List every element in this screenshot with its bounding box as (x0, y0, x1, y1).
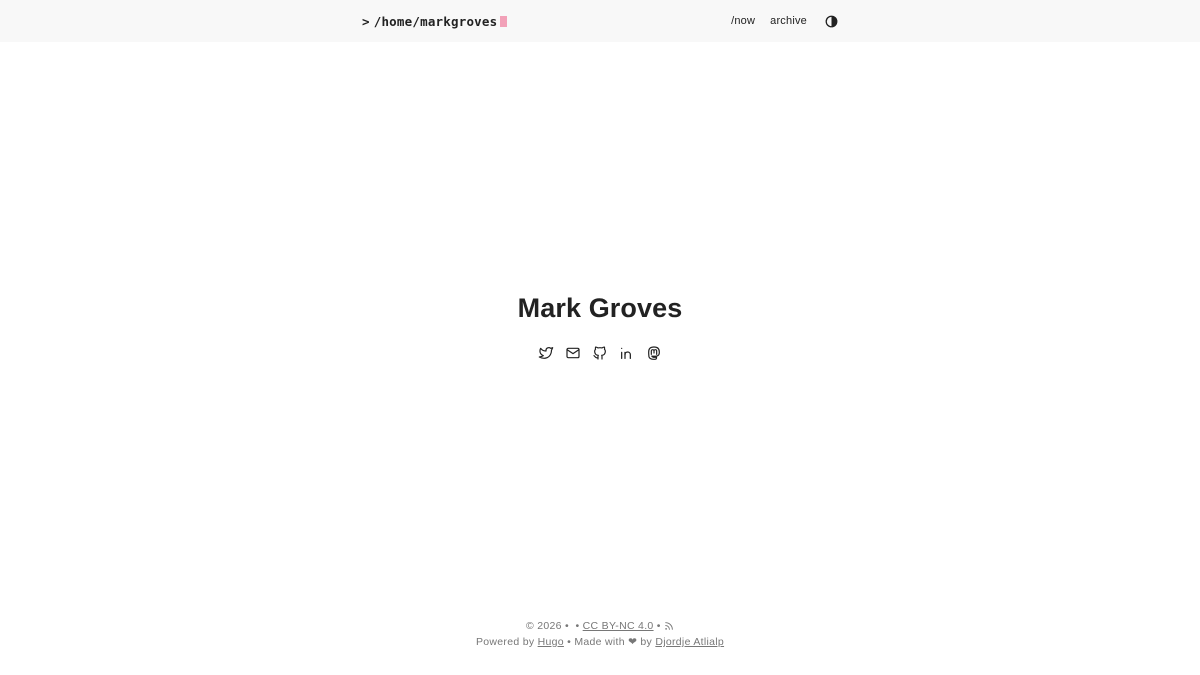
made-with-text: • Made with ❤ by (567, 636, 653, 648)
footer-separator: • (575, 620, 580, 632)
prompt-symbol: > (362, 13, 370, 29)
site-path: /home/markgroves (373, 13, 498, 29)
nav-link-now[interactable]: /now (731, 15, 755, 27)
author-link[interactable]: Djordje Atlialp (655, 636, 724, 648)
social-links (0, 344, 1200, 362)
linkedin-icon[interactable] (618, 344, 636, 362)
footer-line-2: Powered by Hugo • Made with ❤ by Djordje… (0, 634, 1200, 650)
footer-line-1: © 2026 • • CC BY-NC 4.0 • (0, 618, 1200, 634)
nav-link-archive[interactable]: archive (770, 15, 807, 27)
footer-separator-rss: • (656, 620, 661, 632)
footer: © 2026 • • CC BY-NC 4.0 • Powered by Hug… (0, 618, 1200, 650)
powered-by-text: Powered by (475, 636, 535, 648)
home-link[interactable]: > /home/markgroves (362, 13, 508, 29)
hugo-link[interactable]: Hugo (538, 636, 564, 648)
github-icon[interactable] (591, 344, 609, 362)
mastodon-icon[interactable] (645, 344, 663, 362)
rss-icon[interactable] (664, 620, 674, 632)
mail-icon[interactable] (564, 344, 582, 362)
blinking-cursor (500, 15, 508, 27)
top-bar-inner: > /home/markgroves /now archive (362, 0, 838, 42)
hero: Mark Groves (0, 288, 1200, 328)
twitter-icon[interactable] (537, 344, 555, 362)
author-name: Mark Groves (517, 293, 683, 323)
theme-toggle-icon[interactable] (824, 14, 838, 28)
main-nav: /now archive (716, 14, 838, 28)
top-bar: > /home/markgroves /now archive (0, 0, 1200, 42)
copyright-text: © 2026 • (526, 620, 570, 632)
license-link[interactable]: CC BY-NC 4.0 (583, 620, 654, 632)
